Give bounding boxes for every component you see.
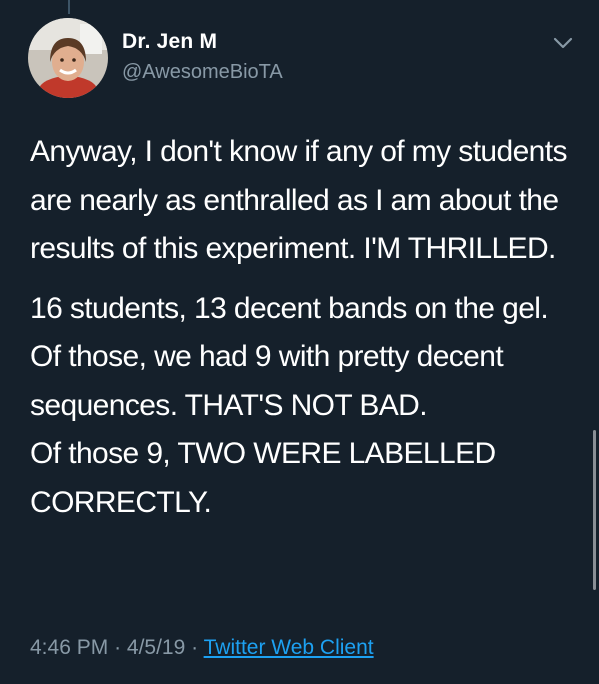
thread-connector-line [68, 0, 70, 14]
tweet-line: 16 students, 13 decent bands on the gel. [30, 291, 549, 325]
tweet-time[interactable]: 4:46 PM [30, 636, 108, 659]
tweet-paragraph: Anyway, I don't know if any of my studen… [30, 135, 568, 265]
profile-photo-icon [28, 18, 108, 98]
tweet-text: Anyway, I don't know if any of my studen… [30, 128, 585, 527]
scrollbar[interactable] [593, 430, 596, 590]
avatar[interactable] [28, 18, 108, 98]
separator-dot: · [114, 636, 122, 659]
tweet-line: Of those 9, TWO WERE LABELLED CORRECTLY. [30, 437, 496, 519]
client-link[interactable]: Twitter Web Client [204, 636, 374, 659]
author-handle[interactable]: @AwesomeBioTA [122, 61, 283, 84]
chevron-down-icon[interactable] [552, 34, 574, 52]
tweet-date[interactable]: 4/5/19 [127, 636, 185, 659]
author-name[interactable]: Dr. Jen M [122, 30, 217, 54]
tweet-metadata: 4:46 PM · 4/5/19 · Twitter Web Client [30, 636, 374, 660]
tweet-line: Of those, we had 9 with pretty decent se… [30, 340, 504, 422]
separator-dot: · [191, 636, 199, 659]
